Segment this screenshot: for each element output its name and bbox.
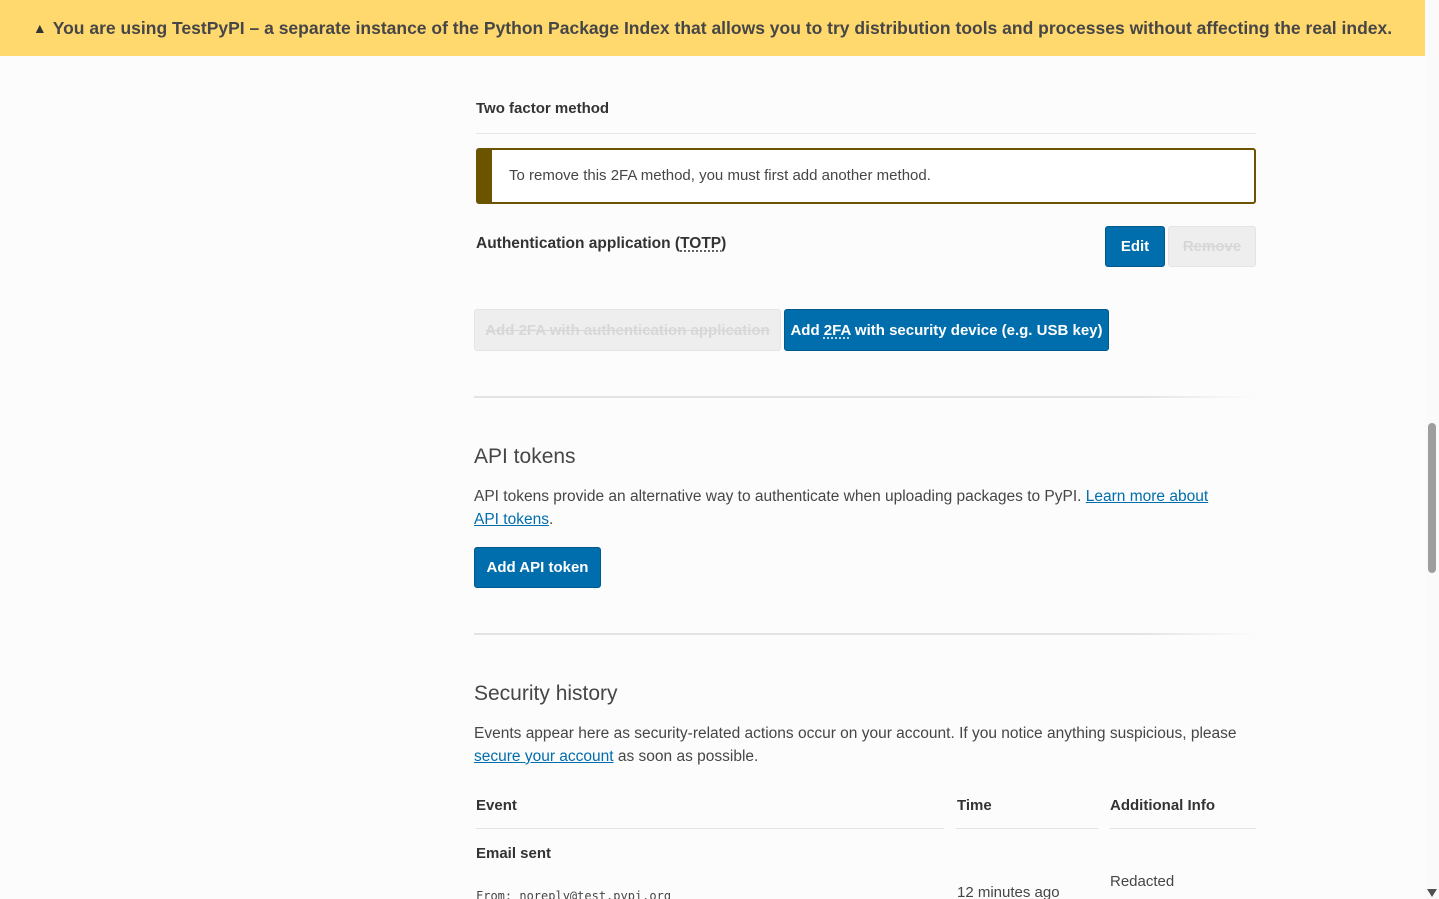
add-security-device-label: Add 2FA with security device (e.g. USB k… — [790, 322, 1102, 339]
security-history-description: Events appear here as security-related a… — [474, 723, 1264, 768]
method-label-suffix: ) — [721, 235, 727, 252]
secure-your-account-link[interactable]: secure your account — [474, 748, 614, 765]
header-rule — [1110, 828, 1256, 829]
add-2fa-auth-app-button[interactable]: Add 2FA with authentication application — [474, 309, 781, 351]
api-tokens-text: API tokens provide an alternative way to… — [474, 488, 1086, 505]
event-time: 12 minutes ago — [957, 884, 1060, 899]
method-label-prefix: Authentication application ( — [476, 235, 681, 252]
header-rule — [956, 828, 1098, 829]
scrollbar-thumb[interactable] — [1428, 423, 1436, 573]
label-suffix: with security device (e.g. USB key) — [850, 321, 1103, 339]
callout-accent-bar — [478, 150, 492, 202]
security-history-heading: Security history — [474, 682, 618, 705]
edit-label: Edit — [1120, 238, 1150, 255]
page: ▲ You are using TestPyPI – a separate in… — [0, 0, 1425, 899]
totp-abbr: TOTP — [680, 235, 722, 252]
2fa-abbr: 2FA — [823, 321, 851, 339]
header-rule — [476, 828, 944, 829]
add-api-token-button[interactable]: Add API token — [474, 547, 601, 588]
section-divider — [474, 396, 1256, 398]
totp-method-label: Authentication application (TOTP) — [476, 235, 726, 253]
api-tokens-heading: API tokens — [474, 445, 576, 468]
add-2fa-security-device-button[interactable]: Add 2FA with security device (e.g. USB k… — [784, 309, 1109, 351]
add-api-token-label: Add API token — [486, 559, 589, 576]
page-scrollbar[interactable] — [1425, 0, 1439, 899]
section-divider — [474, 633, 1256, 635]
scroll-down-arrow-icon[interactable] — [1427, 889, 1437, 897]
event-name: Email sent — [476, 845, 552, 862]
event-info: Redacted — [1110, 873, 1175, 890]
security-history-text: Events appear here as security-related a… — [474, 725, 1237, 742]
testpypi-warning-banner: ▲ You are using TestPyPI – a separate in… — [0, 0, 1425, 56]
event-detail: From: noreply@test.pypi.org — [476, 889, 672, 899]
remove-2fa-callout: To remove this 2FA method, you must firs… — [476, 148, 1256, 204]
column-header-additional-info: Additional Info — [1110, 797, 1215, 814]
remove-label: Remove — [1182, 238, 1242, 255]
api-tokens-period: . — [548, 510, 554, 528]
column-header-time: Time — [957, 797, 992, 814]
label-prefix: Add — [790, 321, 824, 339]
column-header-event: Event — [476, 797, 517, 814]
banner-text: You are using TestPyPI – a separate inst… — [52, 17, 1393, 38]
remove-totp-button[interactable]: Remove — [1168, 226, 1256, 267]
api-tokens-description: API tokens provide an alternative way to… — [474, 486, 1234, 531]
two-factor-method-heading: Two factor method — [476, 100, 610, 117]
warning-icon: ▲ — [32, 20, 47, 36]
add-auth-app-label: Add 2FA with authentication application — [485, 321, 770, 339]
security-history-after-link: as soon as possible. — [613, 747, 759, 765]
divider — [476, 133, 1256, 134]
edit-totp-button[interactable]: Edit — [1105, 226, 1165, 267]
callout-message: To remove this 2FA method, you must firs… — [509, 167, 931, 184]
